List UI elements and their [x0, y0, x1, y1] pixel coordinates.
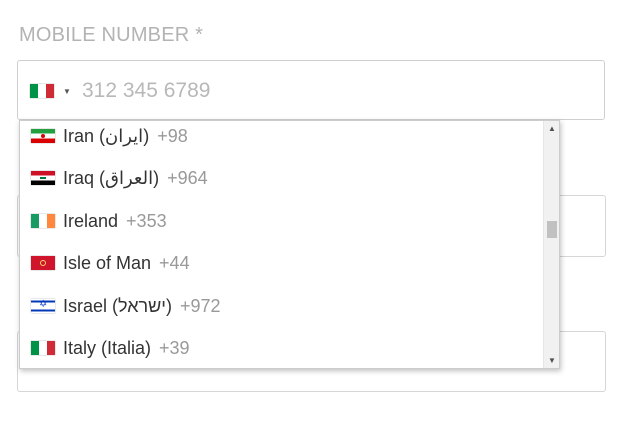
country-name: Iran (ایران) — [63, 125, 150, 146]
dial-code: +98 — [157, 125, 188, 146]
dial-code: +39 — [159, 337, 190, 358]
country-option-israel[interactable]: Israel (ישראל) +972 — [20, 285, 543, 327]
israel-flag-icon — [31, 298, 55, 313]
country-name: Italy (Italia) — [63, 337, 152, 358]
caret-down-icon: ▼ — [63, 86, 71, 96]
isle-of-man-flag-icon — [31, 256, 55, 270]
scroll-up-arrow-icon[interactable]: ▲ — [544, 124, 559, 133]
dropdown-scrollbar[interactable]: ▲ ▼ — [543, 121, 559, 368]
scroll-down-arrow-icon[interactable]: ▼ — [544, 356, 559, 365]
italy-flag-icon — [31, 341, 55, 355]
ireland-flag-icon — [31, 214, 55, 228]
country-selector-button[interactable]: ▼ — [30, 82, 74, 100]
country-name: Israel (ישראל) — [63, 295, 172, 316]
country-dropdown-list: Iran (ایران) +98 Iraq (العراق) +964 Irel… — [19, 120, 560, 369]
country-option-italy[interactable]: Italy (Italia) +39 — [20, 327, 543, 368]
scrollbar-thumb[interactable] — [547, 221, 557, 238]
iran-flag-icon — [31, 129, 55, 143]
country-option-isle-of-man[interactable]: Isle of Man +44 — [20, 242, 543, 284]
mobile-number-field: ▼ — [17, 60, 605, 120]
dial-code: +972 — [179, 295, 221, 316]
country-option-iran[interactable]: Iran (ایران) +98 — [20, 121, 543, 157]
country-option-ireland[interactable]: Ireland +353 — [20, 200, 543, 242]
country-option-iraq[interactable]: Iraq (العراق) +964 — [20, 157, 543, 199]
dial-code: +964 — [167, 167, 208, 188]
mobile-number-label: MOBILE NUMBER * — [19, 24, 204, 46]
dial-code: +44 — [159, 252, 190, 273]
country-name: Ireland — [63, 210, 119, 231]
italy-flag-icon — [30, 84, 54, 98]
country-name: Isle of Man — [63, 252, 152, 273]
iraq-flag-icon — [31, 171, 55, 185]
dial-code: +353 — [126, 210, 167, 231]
country-name: Iraq (العراق) — [63, 167, 160, 188]
phone-number-input[interactable] — [82, 76, 582, 106]
